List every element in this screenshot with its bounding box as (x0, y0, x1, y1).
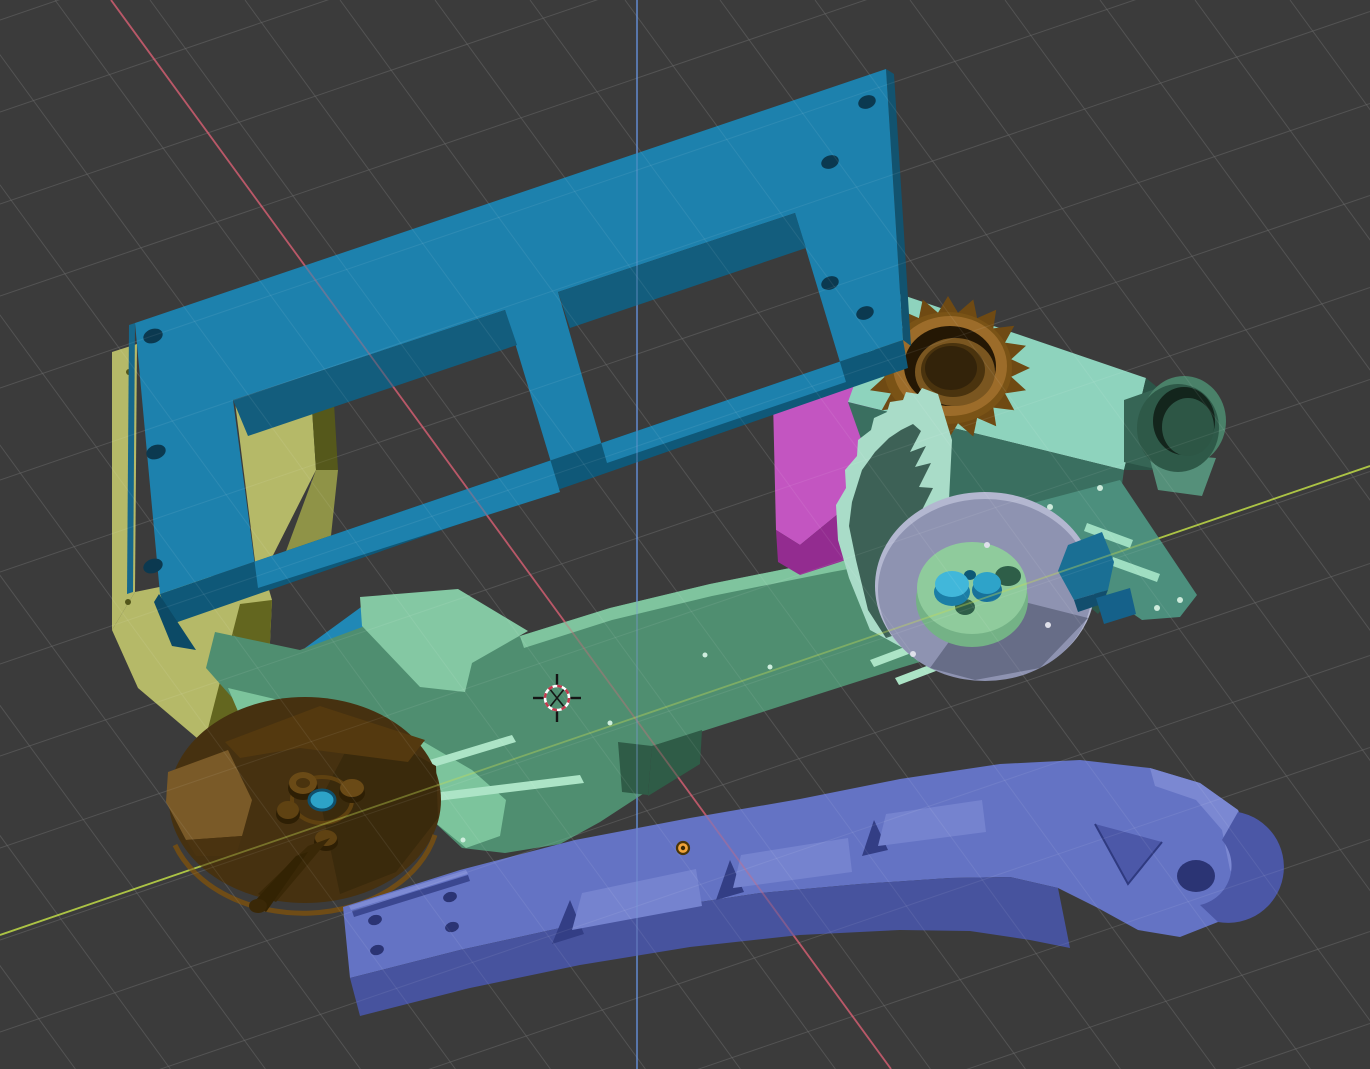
viewport-3d-stage (0, 0, 1370, 1069)
spacer-block-face[interactable] (125, 599, 131, 605)
motor-housing-face[interactable] (1177, 597, 1183, 603)
motor-housing-face[interactable] (1097, 485, 1103, 491)
pulley-disc-face[interactable] (984, 542, 990, 548)
arm-link-face[interactable] (1177, 860, 1215, 892)
rotor-disc-face[interactable] (277, 801, 299, 819)
arm-base-link-face[interactable] (767, 664, 773, 670)
rotor-disc-face[interactable] (296, 778, 310, 788)
bevel-gear-face[interactable] (925, 346, 977, 390)
motor-housing-face[interactable] (1162, 398, 1214, 456)
rotor-disc-face[interactable] (340, 779, 364, 797)
object-origin-center (680, 845, 686, 851)
pulley-disc-face[interactable] (935, 571, 969, 597)
viewport-3d-canvas[interactable] (0, 0, 1370, 1069)
arm-base-link-face[interactable] (702, 652, 708, 658)
arm-base-link-face[interactable] (460, 837, 466, 843)
pulley-disc-face[interactable] (917, 542, 1027, 634)
pulley-disc-face[interactable] (1045, 622, 1051, 628)
motor-housing-face[interactable] (1154, 605, 1160, 611)
arm-base-link-face[interactable] (618, 742, 652, 795)
rotor-disc-face[interactable] (249, 899, 267, 913)
pulley-disc-face[interactable] (973, 572, 1001, 594)
